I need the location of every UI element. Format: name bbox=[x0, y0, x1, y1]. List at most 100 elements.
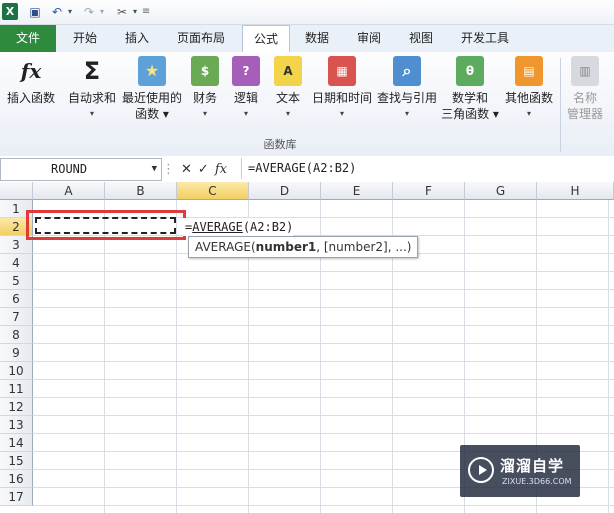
enter-icon[interactable]: ✓ bbox=[198, 162, 209, 177]
group-separator bbox=[560, 58, 561, 152]
fx-icon: fx bbox=[20, 59, 42, 83]
tooltip-rest: , [number2], ...) bbox=[316, 240, 412, 254]
gridline bbox=[33, 433, 614, 434]
sigma-icon: Σ bbox=[83, 57, 101, 85]
row-header-16[interactable]: 16 bbox=[0, 470, 33, 488]
date-time-book-icon: ▦ bbox=[328, 56, 356, 86]
gridline bbox=[33, 325, 614, 326]
customize-qat-icon[interactable]: ≡ bbox=[142, 3, 150, 20]
gridline bbox=[176, 200, 177, 513]
math-trig-book-icon: θ bbox=[456, 56, 484, 86]
name-box-value: ROUND bbox=[51, 162, 88, 176]
more-functions-books-icon: ▤ bbox=[515, 56, 543, 86]
cell-c2-editor[interactable]: =AVERAGE(A2:B2) bbox=[183, 218, 294, 236]
name-manager-button[interactable]: ▥ 名称 管理器 bbox=[564, 56, 606, 122]
more-functions-button[interactable]: ▤ 其他函数 ▾ bbox=[502, 56, 556, 122]
insert-function-button[interactable]: fx 插入函数 bbox=[2, 56, 60, 106]
row-header-12[interactable]: 12 bbox=[0, 398, 33, 416]
excel-logo-icon[interactable]: X bbox=[2, 3, 18, 20]
button-label-2: 函数 ▾ bbox=[135, 107, 169, 121]
tab-formulas[interactable]: 公式 bbox=[242, 25, 290, 53]
highlight-annotation-box bbox=[26, 210, 186, 240]
row-header-8[interactable]: 8 bbox=[0, 326, 33, 344]
row-header-9[interactable]: 9 bbox=[0, 344, 33, 362]
tab-insert[interactable]: 插入 bbox=[112, 25, 162, 52]
cell-edit-function[interactable]: AVERAGE bbox=[192, 220, 243, 234]
tab-data[interactable]: 数据 bbox=[294, 25, 340, 52]
dropdown-arrow: ▾ bbox=[404, 109, 409, 118]
text-button[interactable]: A 文本 ▾ bbox=[270, 56, 306, 122]
button-label: 最近使用的 bbox=[121, 91, 182, 105]
redo-icon[interactable]: ↷ bbox=[82, 3, 96, 20]
column-header-a[interactable]: A bbox=[33, 182, 105, 200]
recently-used-button[interactable]: ★ 最近使用的 函数 ▾ bbox=[120, 56, 184, 122]
watermark-title: 溜溜自学 bbox=[500, 457, 565, 475]
gridline bbox=[608, 200, 609, 513]
undo-dropdown-icon[interactable]: ▾ bbox=[66, 3, 74, 20]
column-header-f[interactable]: F bbox=[393, 182, 465, 200]
row-header-11[interactable]: 11 bbox=[0, 380, 33, 398]
row-header-6[interactable]: 6 bbox=[0, 290, 33, 308]
row-header-7[interactable]: 7 bbox=[0, 308, 33, 326]
tooltip-fn[interactable]: AVERAGE( bbox=[195, 240, 256, 254]
redo-dropdown-icon[interactable]: ▾ bbox=[98, 3, 106, 20]
button-label: 财务 bbox=[192, 91, 217, 105]
button-label: 名称 bbox=[572, 91, 597, 105]
function-argument-tooltip: AVERAGE(number1, [number2], ...) bbox=[188, 236, 419, 258]
dropdown-arrow: ▾ bbox=[89, 109, 94, 118]
tools-icon[interactable]: ✂ bbox=[113, 3, 131, 20]
tab-view[interactable]: 视图 bbox=[398, 25, 444, 52]
row-header-5[interactable]: 5 bbox=[0, 272, 33, 290]
grip-icon: ⋮ bbox=[162, 161, 175, 177]
tab-page-layout[interactable]: 页面布局 bbox=[168, 25, 234, 52]
column-header-g[interactable]: G bbox=[465, 182, 537, 200]
row-header-4[interactable]: 4 bbox=[0, 254, 33, 272]
insert-function-icon[interactable]: fx bbox=[215, 162, 227, 177]
lookup-book-icon: ⌕ bbox=[393, 56, 421, 86]
dropdown-arrow: ▾ bbox=[202, 109, 207, 118]
tooltip-arg1[interactable]: number1 bbox=[256, 240, 317, 254]
gridline bbox=[33, 397, 614, 398]
cancel-icon[interactable]: ✕ bbox=[181, 162, 192, 177]
date-time-button[interactable]: ▦ 日期和时间 ▾ bbox=[310, 56, 374, 122]
row-header-10[interactable]: 10 bbox=[0, 362, 33, 380]
column-header-d[interactable]: D bbox=[249, 182, 321, 200]
column-header-c[interactable]: C bbox=[177, 182, 249, 200]
financial-book-icon: $ bbox=[191, 56, 219, 86]
name-box[interactable]: ROUND ▼ bbox=[0, 158, 162, 181]
formula-input[interactable]: =AVERAGE(A2:B2) bbox=[241, 158, 614, 179]
gridline bbox=[33, 271, 614, 272]
chevron-down-icon[interactable]: ▼ bbox=[152, 159, 157, 180]
tab-developer[interactable]: 开发工具 bbox=[452, 25, 518, 52]
tab-file[interactable]: 文件 bbox=[0, 25, 56, 52]
row-header-17[interactable]: 17 bbox=[0, 488, 33, 506]
dropdown-arrow: ▾ bbox=[285, 109, 290, 118]
autosum-button[interactable]: Σ 自动求和 ▾ bbox=[64, 56, 120, 122]
button-label-2: 管理器 bbox=[566, 107, 603, 121]
gridline bbox=[33, 415, 614, 416]
button-label: 查找与引用 bbox=[376, 91, 437, 105]
math-trig-button[interactable]: θ 数学和 三角函数 ▾ bbox=[440, 56, 500, 122]
row-header-13[interactable]: 13 bbox=[0, 416, 33, 434]
save-icon[interactable]: ▣ bbox=[28, 3, 42, 20]
tab-review[interactable]: 审阅 bbox=[346, 25, 392, 52]
column-header-e[interactable]: E bbox=[321, 182, 393, 200]
formula-bar: ROUND ▼ ⋮ ✕ ✓ fx =AVERAGE(A2:B2) bbox=[0, 156, 614, 183]
lookup-reference-button[interactable]: ⌕ 查找与引用 ▾ bbox=[375, 56, 439, 122]
logical-button[interactable]: ? 逻辑 ▾ bbox=[228, 56, 264, 122]
row-header-14[interactable]: 14 bbox=[0, 434, 33, 452]
tab-home[interactable]: 开始 bbox=[60, 25, 110, 52]
column-header-b[interactable]: B bbox=[105, 182, 177, 200]
gridline bbox=[33, 379, 614, 380]
row-header-15[interactable]: 15 bbox=[0, 452, 33, 470]
undo-icon[interactable]: ↶ bbox=[50, 3, 64, 20]
select-all-corner[interactable] bbox=[0, 182, 33, 200]
name-manager-icon: ▥ bbox=[571, 56, 599, 86]
dropdown-arrow: ▾ bbox=[243, 109, 248, 118]
button-label: 插入函数 bbox=[6, 91, 55, 105]
tools-dropdown-icon[interactable]: ▾ bbox=[131, 3, 139, 20]
column-header-h[interactable]: H bbox=[537, 182, 614, 200]
button-label: 自动求和 bbox=[67, 91, 116, 105]
financial-button[interactable]: $ 财务 ▾ bbox=[188, 56, 222, 122]
gridline bbox=[33, 289, 614, 290]
